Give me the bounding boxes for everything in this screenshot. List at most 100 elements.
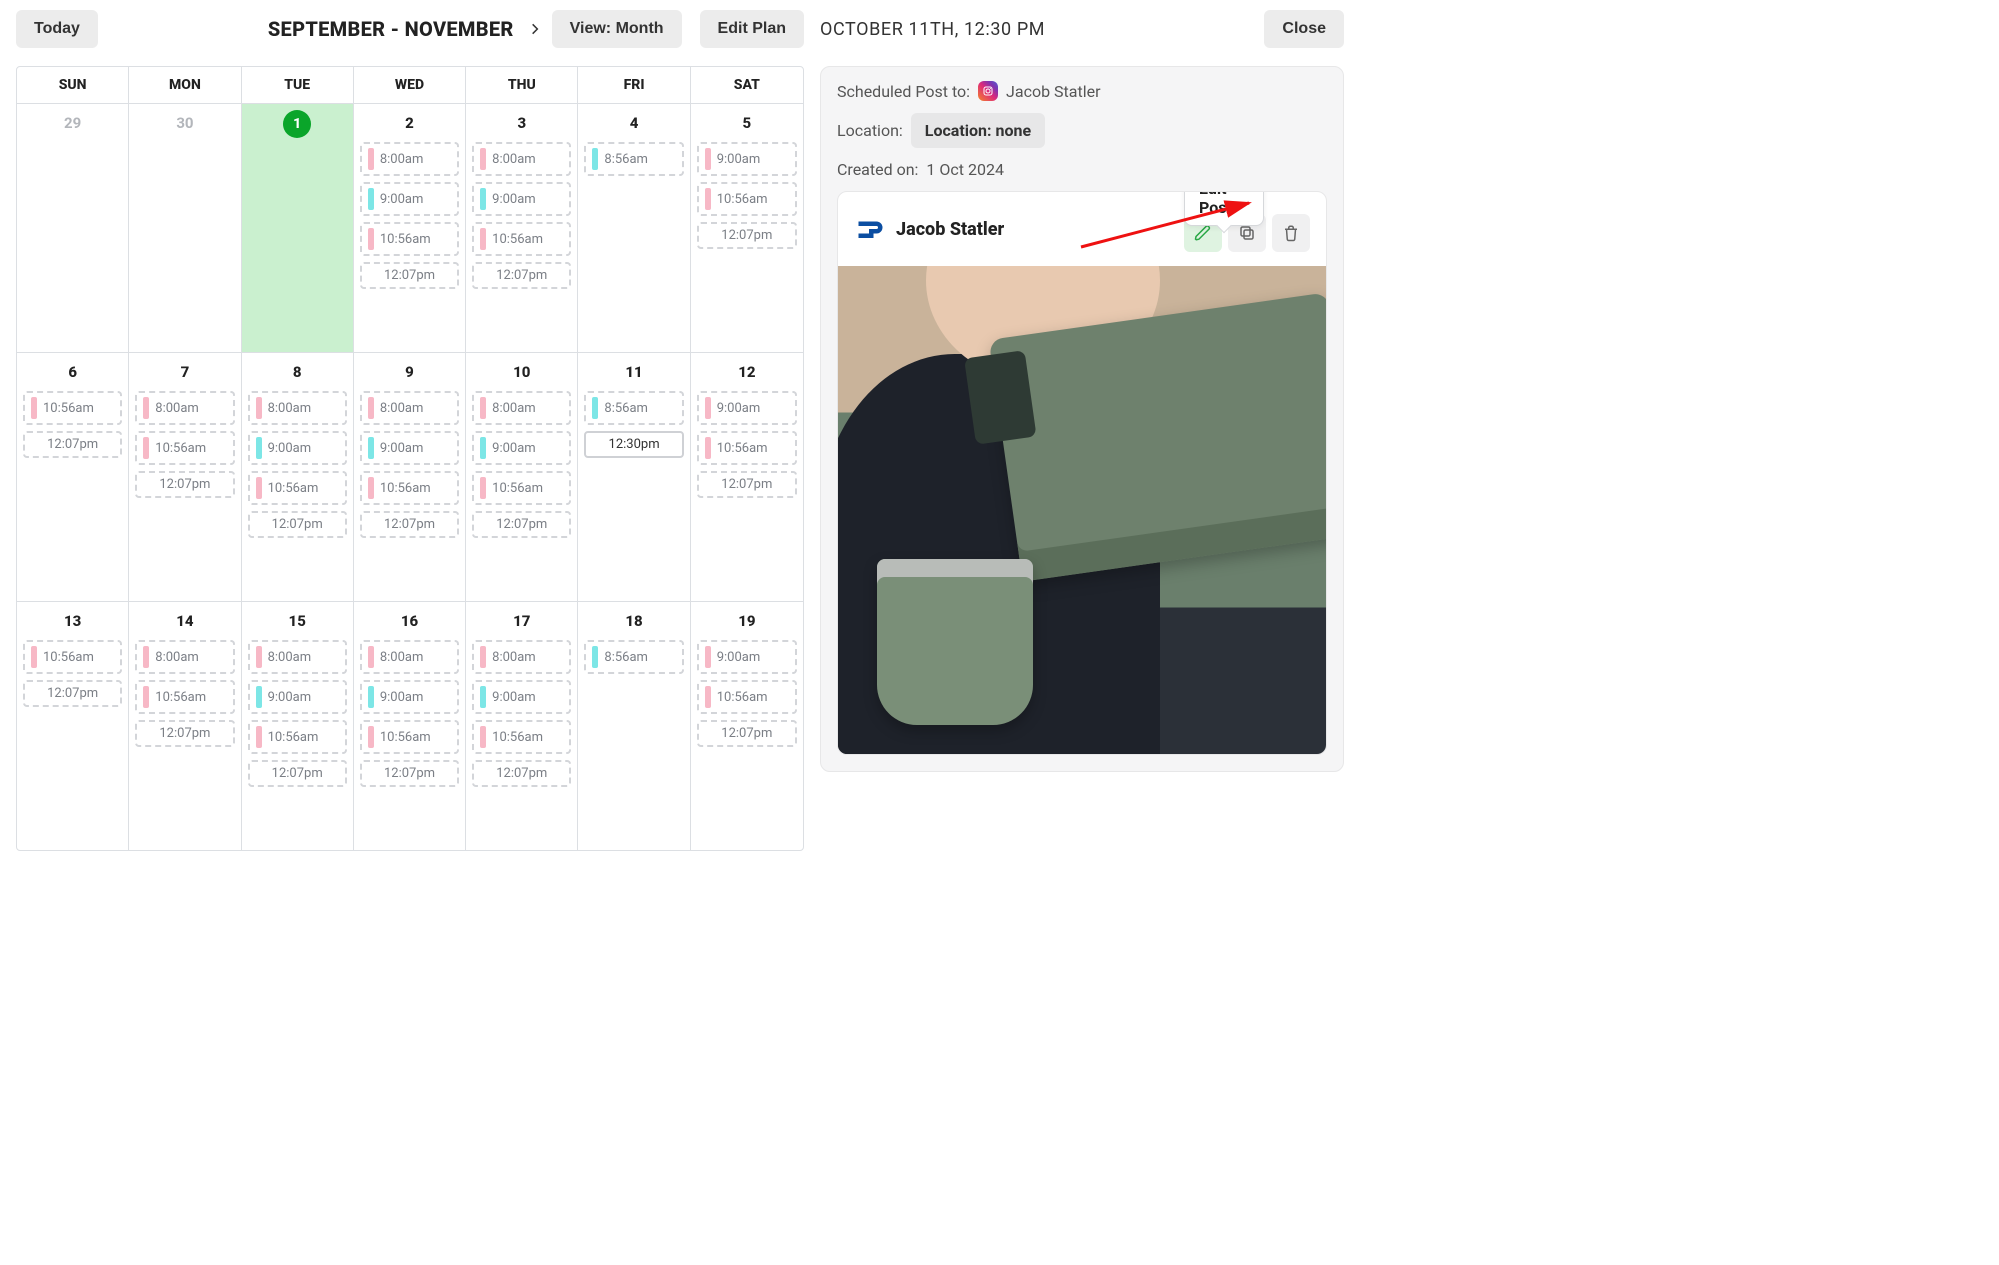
slot-stripe xyxy=(256,686,262,708)
calendar-cell[interactable]: 28:00am 9:00am 10:56am 12:07pm xyxy=(354,104,466,352)
time-slot[interactable]: 12:07pm xyxy=(23,431,122,458)
time-slot[interactable]: 12:07pm xyxy=(248,760,347,787)
calendar-cell[interactable]: 158:00am9:00am10:56am12:07pm xyxy=(242,602,354,850)
time-slot[interactable]: 12:07pm xyxy=(248,511,347,538)
slot-stripe xyxy=(592,148,598,170)
time-slot[interactable]: 8:00am xyxy=(135,391,234,425)
slot-time: 9:00am xyxy=(380,192,424,207)
time-slot[interactable]: 12:07pm xyxy=(360,760,459,787)
time-slot[interactable]: 12:07pm xyxy=(697,720,797,747)
time-slot[interactable]: 8:56am xyxy=(584,142,683,176)
calendar-cell[interactable]: 98:00am9:00am10:56am12:07pm xyxy=(354,353,466,601)
time-slot[interactable]: 8:56am xyxy=(584,391,683,425)
time-slot[interactable]: 12:07pm xyxy=(472,511,571,538)
slot-time: 8:56am xyxy=(604,650,648,665)
time-slot[interactable]: 10:56am xyxy=(472,222,571,256)
time-slot[interactable]: 10:56am xyxy=(697,431,797,465)
time-slot[interactable]: 12:07pm xyxy=(697,222,797,249)
slot-stripe xyxy=(480,188,486,210)
edit-plan-button[interactable]: Edit Plan xyxy=(700,10,804,48)
time-slot[interactable]: 10:56am xyxy=(472,471,571,505)
time-slot[interactable]: 10:56am xyxy=(248,471,347,505)
time-slot[interactable]: 10:56am xyxy=(248,720,347,754)
slot-stripe xyxy=(143,686,149,708)
slot-time: 12:07pm xyxy=(47,437,98,452)
time-slot[interactable]: 12:07pm xyxy=(472,760,571,787)
calendar-cell[interactable]: 118:56am12:30pm xyxy=(578,353,690,601)
today-button[interactable]: Today xyxy=(16,10,98,48)
time-slot[interactable]: 8:00am xyxy=(360,142,459,176)
trash-icon xyxy=(1282,224,1300,242)
time-slot[interactable]: 9:00am xyxy=(360,182,459,216)
view-switch-button[interactable]: View: Month xyxy=(552,10,682,48)
calendar-cell[interactable]: 148:00am10:56am12:07pm xyxy=(129,602,241,850)
close-button[interactable]: Close xyxy=(1264,10,1344,48)
slot-stripe xyxy=(368,148,374,170)
location-pill[interactable]: Location: none xyxy=(911,113,1045,148)
date-label: 2 xyxy=(360,110,459,142)
slot-time: 12:07pm xyxy=(272,517,323,532)
slot-stripe xyxy=(256,437,262,459)
time-slot[interactable]: 8:00am xyxy=(360,640,459,674)
time-slot[interactable]: 9:00am xyxy=(697,640,797,674)
calendar-cell[interactable]: 188:56am xyxy=(578,602,690,850)
time-slot[interactable]: 12:07pm xyxy=(697,471,797,498)
calendar-cell[interactable]: 78:00am10:56am12:07pm xyxy=(129,353,241,601)
calendar-cell[interactable]: 88:00am9:00am10:56am12:07pm xyxy=(242,353,354,601)
calendar-cell[interactable]: 108:00am9:00am10:56am12:07pm xyxy=(466,353,578,601)
time-slot[interactable]: 12:07pm xyxy=(360,262,459,289)
time-slot[interactable]: 9:00am xyxy=(697,391,797,425)
time-slot[interactable]: 8:00am xyxy=(248,640,347,674)
time-slot[interactable]: 12:07pm xyxy=(472,262,571,289)
chevron-right-icon[interactable] xyxy=(526,20,544,38)
time-slot[interactable]: 10:56am xyxy=(360,222,459,256)
time-slot[interactable]: 9:00am xyxy=(360,431,459,465)
time-slot[interactable]: 9:00am xyxy=(472,680,571,714)
time-slot[interactable]: 10:56am xyxy=(135,431,234,465)
time-slot[interactable]: 9:00am xyxy=(248,680,347,714)
slot-time: 10:56am xyxy=(492,730,543,745)
time-slot[interactable]: 10:56am xyxy=(23,391,122,425)
time-slot[interactable]: 9:00am xyxy=(472,431,571,465)
time-slot[interactable]: 10:56am xyxy=(135,680,234,714)
time-slot[interactable]: 8:56am xyxy=(584,640,683,674)
time-slot[interactable]: 10:56am xyxy=(472,720,571,754)
calendar-cell[interactable]: 1 xyxy=(242,104,354,352)
calendar-cell[interactable]: 30 xyxy=(129,104,241,352)
time-slot[interactable]: 10:56am xyxy=(697,680,797,714)
calendar-cell[interactable]: 29 xyxy=(17,104,129,352)
time-slot[interactable]: 12:30pm xyxy=(584,431,683,458)
time-slot[interactable]: 8:00am xyxy=(472,391,571,425)
time-slot[interactable]: 8:00am xyxy=(472,640,571,674)
time-slot[interactable]: 9:00am xyxy=(360,680,459,714)
time-slot[interactable]: 12:07pm xyxy=(135,720,234,747)
calendar-cell[interactable]: 610:56am12:07pm xyxy=(17,353,129,601)
calendar-cell[interactable]: 38:00am9:00am10:56am12:07pm xyxy=(466,104,578,352)
time-slot[interactable]: 12:07pm xyxy=(360,511,459,538)
calendar-cell[interactable]: 168:00am9:00am10:56am12:07pm xyxy=(354,602,466,850)
delete-post-button[interactable] xyxy=(1272,214,1310,252)
time-slot[interactable]: 12:07pm xyxy=(135,471,234,498)
time-slot[interactable]: 8:00am xyxy=(472,142,571,176)
slot-time: 10:56am xyxy=(155,690,206,705)
calendar-cell[interactable]: 129:00am10:56am12:07pm xyxy=(691,353,803,601)
time-slot[interactable]: 9:00am xyxy=(697,142,797,176)
time-slot[interactable]: 10:56am xyxy=(697,182,797,216)
slot-time: 12:07pm xyxy=(272,766,323,781)
calendar-cell[interactable]: 199:00am10:56am12:07pm xyxy=(691,602,803,850)
time-slot[interactable]: 8:00am xyxy=(135,640,234,674)
time-slot[interactable]: 9:00am xyxy=(472,182,571,216)
calendar-cell[interactable]: 178:00am9:00am10:56am12:07pm xyxy=(466,602,578,850)
time-slot[interactable]: 9:00am xyxy=(248,431,347,465)
time-slot[interactable]: 8:00am xyxy=(248,391,347,425)
slot-stripe xyxy=(592,646,598,668)
time-slot[interactable]: 12:07pm xyxy=(23,680,122,707)
time-slot[interactable]: 10:56am xyxy=(23,640,122,674)
calendar-cell[interactable]: 48:56am xyxy=(578,104,690,352)
time-slot[interactable]: 10:56am xyxy=(360,720,459,754)
calendar-cell[interactable]: 1310:56am12:07pm xyxy=(17,602,129,850)
time-slot[interactable]: 10:56am xyxy=(360,471,459,505)
dow-cell: MON xyxy=(129,67,241,103)
calendar-cell[interactable]: 59:00am10:56am12:07pm xyxy=(691,104,803,352)
time-slot[interactable]: 8:00am xyxy=(360,391,459,425)
